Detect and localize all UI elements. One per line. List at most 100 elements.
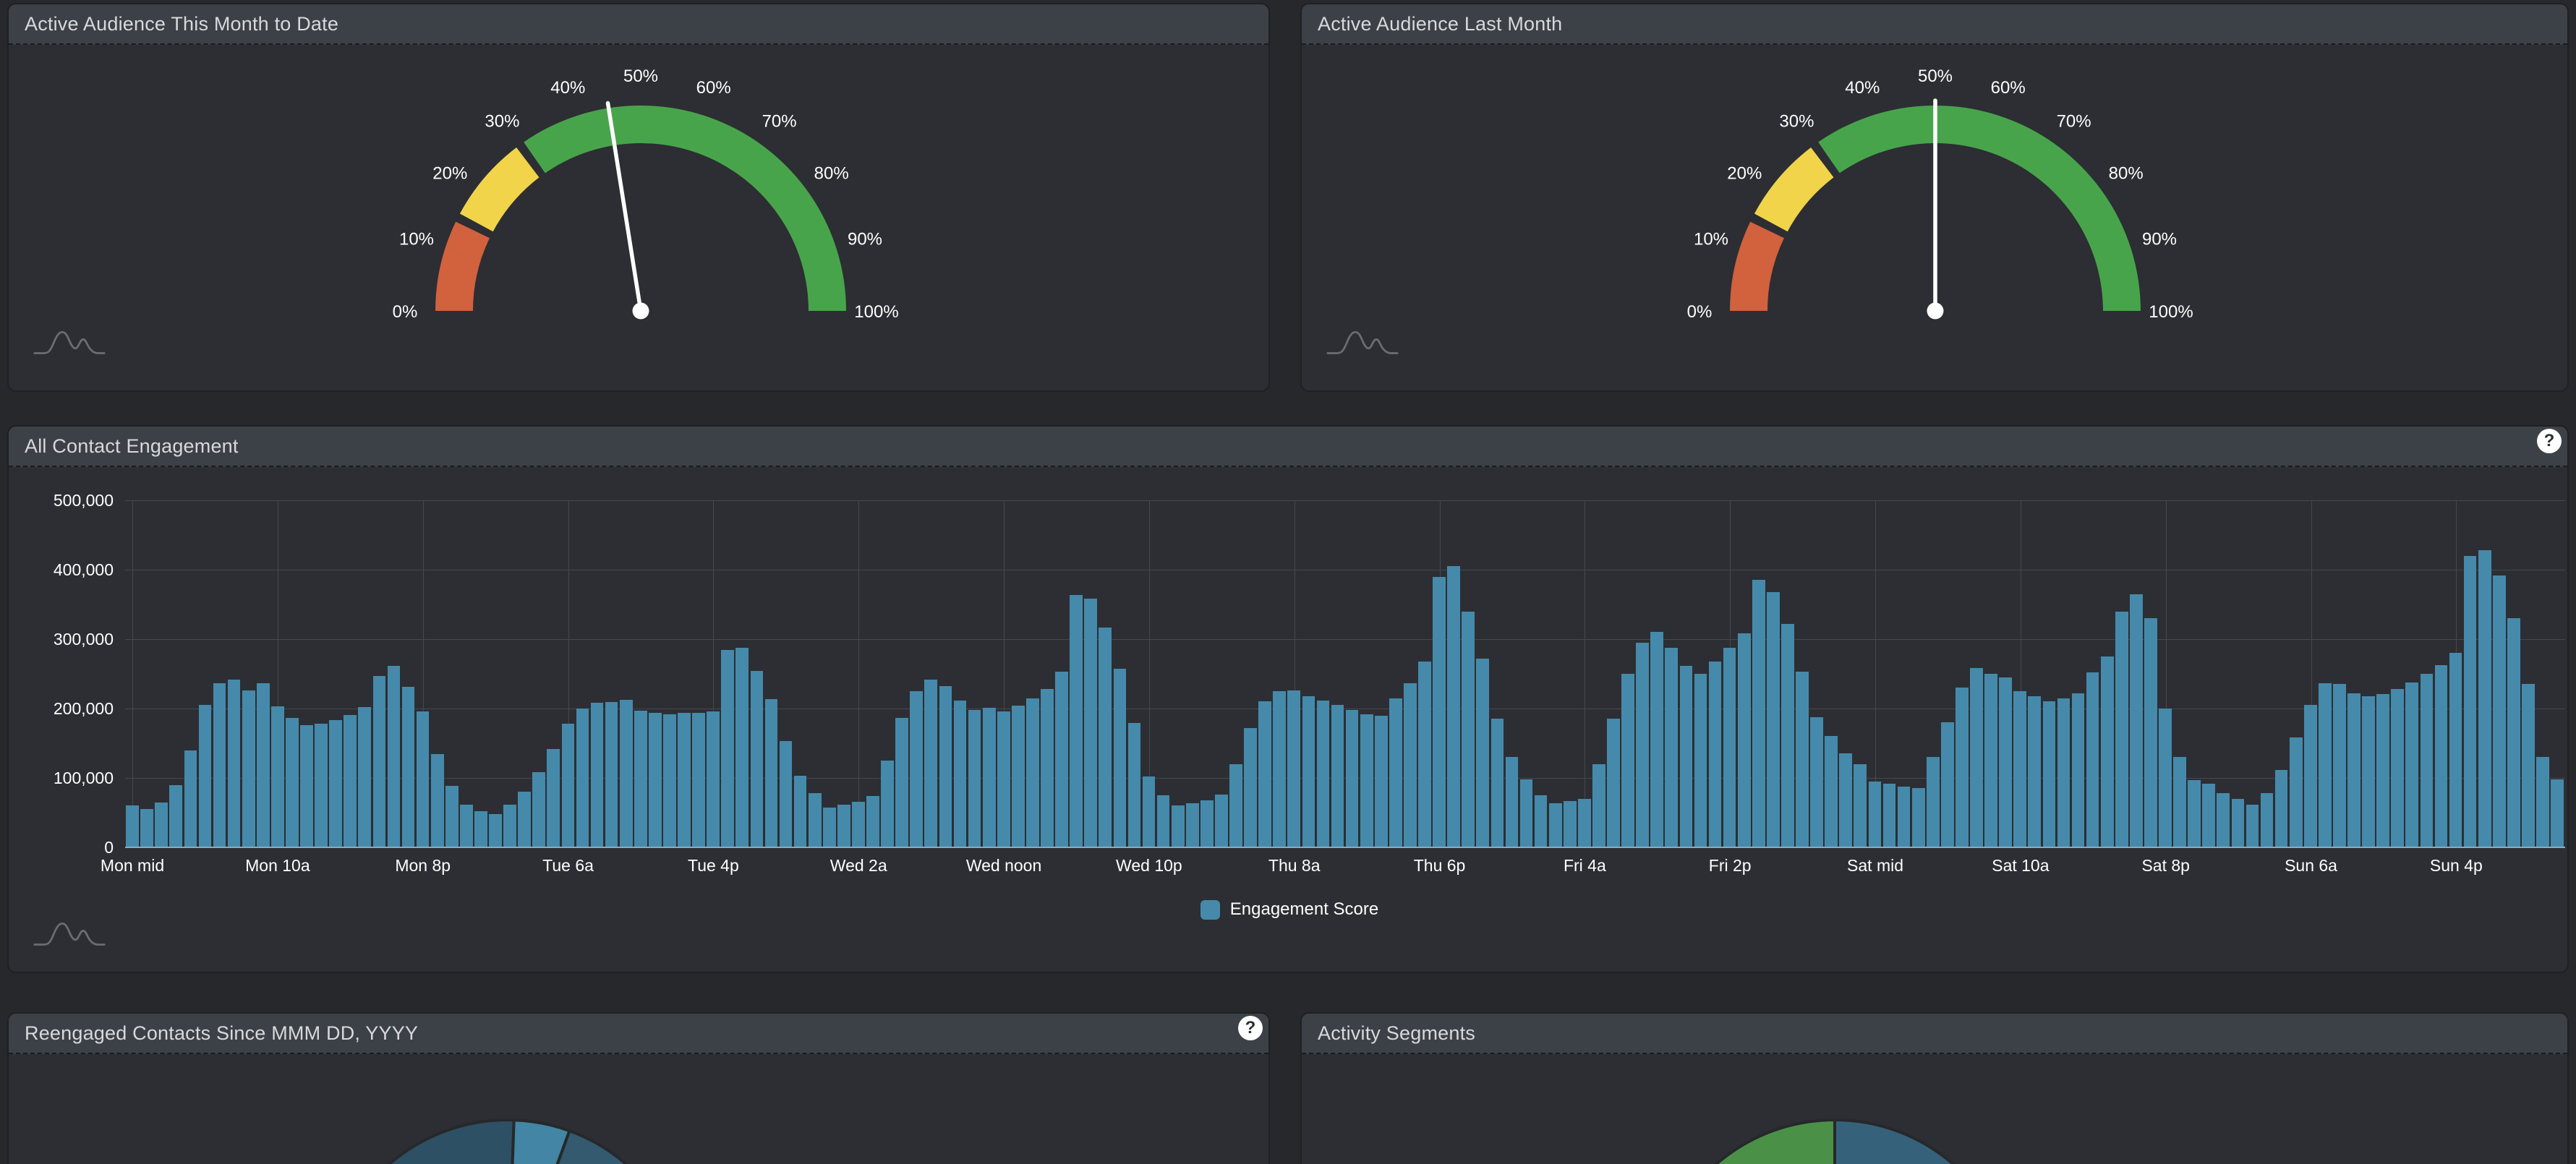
- engagement-bar[interactable]: [1200, 800, 1214, 847]
- engagement-bar[interactable]: [1520, 779, 1533, 847]
- engagement-bar[interactable]: [2115, 612, 2128, 847]
- engagement-bar[interactable]: [721, 650, 734, 847]
- engagement-bar[interactable]: [605, 702, 618, 847]
- help-icon[interactable]: ?: [2537, 429, 2562, 453]
- engagement-bar[interactable]: [1331, 705, 1344, 847]
- engagement-bar[interactable]: [1578, 799, 1591, 847]
- engagement-bar[interactable]: [983, 708, 996, 847]
- engagement-bar[interactable]: [1970, 668, 1983, 847]
- engagement-bar[interactable]: [852, 802, 865, 847]
- engagement-bar[interactable]: [576, 709, 589, 847]
- engagement-bar[interactable]: [2043, 701, 2056, 847]
- engagement-bar[interactable]: [1302, 696, 1315, 847]
- engagement-bar[interactable]: [1607, 719, 1620, 847]
- engagement-bar[interactable]: [939, 686, 952, 847]
- engagement-bar[interactable]: [1709, 662, 1722, 847]
- engagement-bar[interactable]: [2217, 793, 2230, 847]
- engagement-bar[interactable]: [1070, 595, 1083, 847]
- engagement-bar[interactable]: [315, 724, 328, 847]
- engagement-bar[interactable]: [1433, 577, 1446, 847]
- engagement-bar[interactable]: [2188, 780, 2201, 847]
- engagement-bar[interactable]: [2275, 770, 2288, 848]
- engagement-bar[interactable]: [1404, 683, 1417, 848]
- engagement-bar[interactable]: [997, 711, 1010, 847]
- engagement-bar[interactable]: [2435, 665, 2448, 848]
- engagement-bar[interactable]: [1883, 784, 1896, 847]
- engagement-bar[interactable]: [213, 683, 226, 848]
- engagement-bar[interactable]: [2130, 594, 2143, 847]
- engagement-bar[interactable]: [735, 648, 749, 848]
- engagement-bar[interactable]: [126, 805, 139, 847]
- engagement-bar[interactable]: [1491, 719, 1504, 847]
- engagement-bar[interactable]: [924, 680, 937, 847]
- engagement-bar[interactable]: [1723, 648, 1736, 848]
- engagement-bar[interactable]: [1506, 757, 1519, 847]
- engagement-bar[interactable]: [707, 711, 720, 847]
- engagement-bar[interactable]: [1462, 612, 1475, 847]
- engagement-bar[interactable]: [329, 720, 342, 847]
- engagement-bar[interactable]: [2376, 694, 2389, 847]
- engagement-bar[interactable]: [460, 805, 473, 848]
- engagement-bar[interactable]: [2347, 693, 2360, 847]
- engagement-bar[interactable]: [780, 741, 793, 847]
- engagement-bar[interactable]: [2464, 556, 2477, 847]
- engagement-bar[interactable]: [2536, 757, 2549, 847]
- engagement-bar[interactable]: [140, 809, 153, 847]
- engagement-bar[interactable]: [1636, 643, 1649, 847]
- engagement-bar[interactable]: [620, 700, 633, 848]
- engagement-bar[interactable]: [199, 705, 212, 847]
- engagement-bar[interactable]: [2319, 683, 2332, 847]
- engagement-bar[interactable]: [2072, 693, 2085, 847]
- engagement-bar[interactable]: [518, 792, 531, 847]
- engagement-bar[interactable]: [1012, 706, 1025, 847]
- engagement-bar[interactable]: [1854, 764, 1867, 847]
- engagement-bar[interactable]: [1476, 659, 1489, 847]
- engagement-bar[interactable]: [1535, 795, 1548, 847]
- engagement-bar[interactable]: [445, 786, 459, 847]
- engagement-bar[interactable]: [1389, 698, 1402, 847]
- engagement-bar[interactable]: [2421, 674, 2434, 847]
- engagement-bar[interactable]: [1898, 787, 1911, 848]
- engagement-bar[interactable]: [1143, 776, 1156, 847]
- engagement-bar[interactable]: [1114, 669, 1127, 847]
- legend[interactable]: Engagement Score: [9, 899, 2569, 920]
- engagement-bar[interactable]: [954, 701, 967, 848]
- engagement-bar[interactable]: [1026, 698, 1039, 847]
- engagement-bar[interactable]: [1839, 753, 1852, 847]
- engagement-bar[interactable]: [692, 713, 705, 847]
- engagement-bar[interactable]: [300, 725, 313, 847]
- engagement-bar[interactable]: [388, 666, 401, 848]
- engagement-bar[interactable]: [2405, 682, 2418, 848]
- engagement-bar[interactable]: [1418, 662, 1431, 847]
- engagement-bar[interactable]: [1099, 628, 1112, 847]
- engagement-bar[interactable]: [910, 691, 923, 847]
- engagement-bar[interactable]: [837, 805, 850, 848]
- engagement-bar[interactable]: [663, 714, 676, 847]
- engagement-bar[interactable]: [2173, 757, 2186, 847]
- engagement-bar[interactable]: [1927, 757, 1940, 847]
- engagement-bar[interactable]: [402, 687, 415, 847]
- engagement-bar[interactable]: [1984, 674, 1997, 847]
- pie-slice[interactable]: [327, 1120, 514, 1164]
- engagement-bar[interactable]: [1229, 764, 1242, 847]
- engagement-bar[interactable]: [1680, 666, 1693, 848]
- engagement-bar[interactable]: [1447, 566, 1460, 847]
- engagement-bar[interactable]: [2028, 696, 2041, 847]
- engagement-bar[interactable]: [1781, 624, 1794, 847]
- engagement-bar[interactable]: [271, 706, 284, 847]
- engagement-bar[interactable]: [1810, 717, 1823, 848]
- engagement-bar[interactable]: [1592, 764, 1605, 847]
- engagement-bar[interactable]: [417, 711, 430, 847]
- engagement-bar[interactable]: [1157, 795, 1170, 847]
- engagement-bar[interactable]: [2159, 709, 2172, 847]
- engagement-bar[interactable]: [1694, 674, 1707, 847]
- engagement-bar[interactable]: [474, 811, 487, 847]
- engagement-bar[interactable]: [1767, 592, 1780, 847]
- engagement-bar[interactable]: [2290, 737, 2303, 847]
- engagement-bar[interactable]: [2086, 672, 2099, 847]
- engagement-bar[interactable]: [2493, 575, 2506, 847]
- engagement-bar[interactable]: [2551, 779, 2564, 847]
- engagement-bar[interactable]: [1650, 632, 1663, 847]
- engagement-bar[interactable]: [1375, 716, 1388, 847]
- engagement-bar[interactable]: [562, 724, 575, 847]
